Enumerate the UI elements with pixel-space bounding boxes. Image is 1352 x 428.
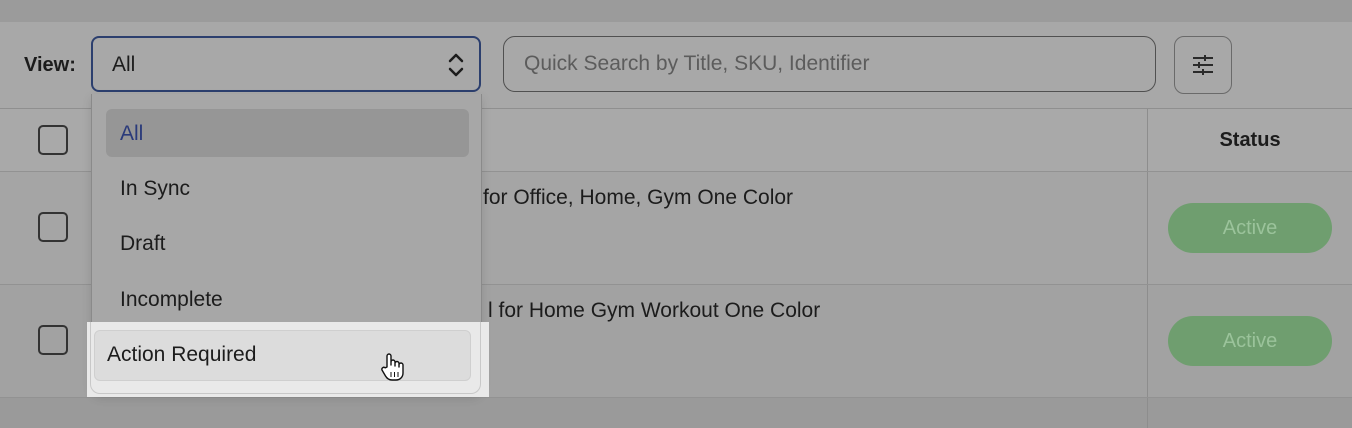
- quick-search[interactable]: [503, 36, 1156, 92]
- option-label: Action Required: [107, 343, 257, 366]
- table-row: [0, 398, 1352, 428]
- hand-pointer-icon: [381, 353, 404, 381]
- option-label: In Sync: [120, 177, 191, 200]
- view-select-value: All: [112, 53, 136, 76]
- option-label: Incomplete: [120, 288, 223, 311]
- status-badge: Active: [1168, 203, 1332, 253]
- option-label: Draft: [120, 232, 166, 255]
- row-checkbox[interactable]: [38, 212, 68, 242]
- column-divider: [1147, 285, 1148, 397]
- row-checkbox[interactable]: [38, 325, 68, 355]
- hover-highlight: Action Required: [87, 322, 489, 397]
- option-action-required[interactable]: Action Required: [94, 330, 471, 381]
- view-label: View:: [24, 54, 76, 76]
- filter-button[interactable]: [1174, 36, 1232, 94]
- column-divider: [1147, 172, 1148, 284]
- sliders-icon: [1193, 55, 1213, 75]
- view-select[interactable]: All: [91, 36, 481, 92]
- option-incomplete[interactable]: Incomplete: [106, 275, 469, 323]
- chevron-up-down-icon: [448, 53, 464, 77]
- status-column-header: Status: [1219, 129, 1281, 151]
- status-badge: Active: [1168, 316, 1332, 366]
- option-label: All: [120, 122, 144, 145]
- option-all[interactable]: All: [106, 109, 469, 157]
- select-all-checkbox[interactable]: [38, 125, 68, 155]
- product-title: l for Home Gym Workout One Color: [488, 299, 821, 322]
- option-draft[interactable]: Draft: [106, 219, 469, 267]
- top-band: [0, 0, 1352, 22]
- quick-search-input[interactable]: [522, 49, 1126, 79]
- product-title: for Office, Home, Gym One Color: [483, 186, 794, 209]
- option-in-sync[interactable]: In Sync: [106, 164, 469, 212]
- column-divider: [1147, 398, 1148, 428]
